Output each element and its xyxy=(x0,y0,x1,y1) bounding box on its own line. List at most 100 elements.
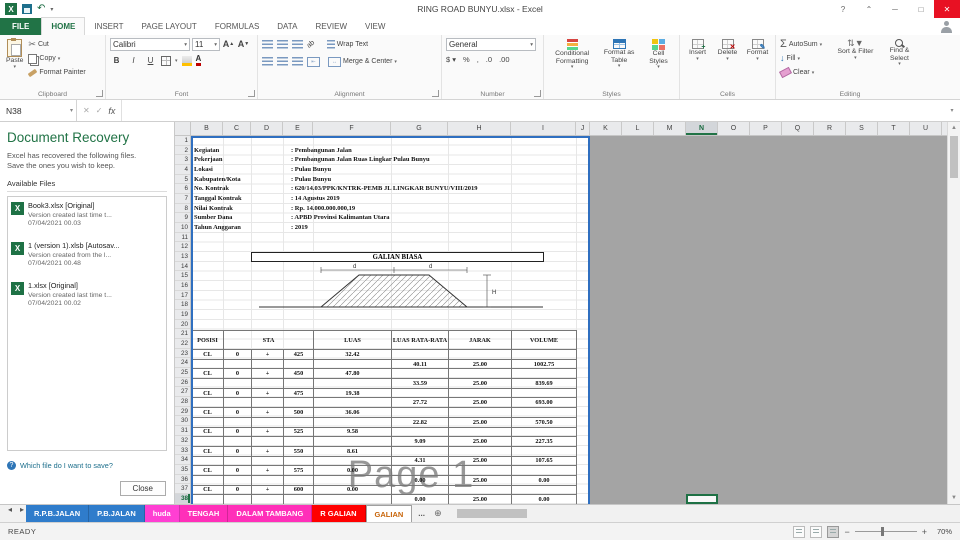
formula-bar-expand-icon[interactable]: ▾ xyxy=(944,100,960,121)
row-header-5[interactable]: 5 xyxy=(175,175,190,185)
format-painter-button[interactable]: Format Painter xyxy=(28,66,86,79)
table-cell[interactable]: CL xyxy=(191,465,224,476)
table-cell[interactable]: CL xyxy=(191,349,224,360)
row-header-18[interactable]: 18 xyxy=(175,300,190,311)
align-right-icon[interactable] xyxy=(292,57,303,66)
format-cells-button[interactable]: ✎ Format ▾ xyxy=(744,38,771,63)
table-cell[interactable] xyxy=(448,426,512,438)
align-bottom-icon[interactable] xyxy=(292,40,303,49)
sheet-tab-tengah[interactable]: TENGAH xyxy=(179,505,229,522)
page-break-view-button[interactable] xyxy=(827,525,840,538)
table-cell[interactable] xyxy=(511,426,577,438)
table-cell[interactable] xyxy=(251,397,284,409)
row-header-26[interactable]: 26 xyxy=(175,378,190,388)
sheet-tab-p-b-jalan[interactable]: P.B.JALAN xyxy=(89,505,145,522)
row-header-19[interactable]: 19 xyxy=(175,310,190,320)
table-cell[interactable] xyxy=(251,455,284,467)
formula-input[interactable] xyxy=(122,100,944,121)
row-header-35[interactable]: 35 xyxy=(175,465,190,475)
scroll-up-icon[interactable]: ▲ xyxy=(948,122,960,134)
align-center-icon[interactable] xyxy=(277,57,288,66)
table-cell[interactable]: 0.00 xyxy=(391,494,449,504)
tab-insert[interactable]: INSERT xyxy=(85,18,132,35)
sheet-tab-galian[interactable]: GALIAN xyxy=(365,505,413,522)
table-cell[interactable]: + xyxy=(251,349,284,360)
row-header-28[interactable]: 28 xyxy=(175,397,190,407)
table-cell[interactable]: 450 xyxy=(283,368,314,380)
row-header-27[interactable]: 27 xyxy=(175,387,190,398)
table-cell[interactable]: CL xyxy=(191,368,224,380)
clear-button[interactable]: Clear ▾ xyxy=(779,66,832,79)
row-header-2[interactable]: 2 xyxy=(175,146,190,156)
info-row[interactable]: No. Kontrak: 620/14.03/PPK/KNTRK-PEMB JL… xyxy=(191,184,590,194)
table-cell[interactable]: 25.00 xyxy=(448,494,512,504)
table-cell[interactable] xyxy=(313,397,392,409)
maximize-button[interactable]: □ xyxy=(908,0,934,18)
table-cell[interactable] xyxy=(251,494,284,504)
borders-icon[interactable] xyxy=(161,55,171,66)
indent-icon[interactable]: ⇤ xyxy=(307,56,320,67)
table-cell[interactable] xyxy=(448,407,512,418)
cell-styles-button[interactable]: Cell Styles ▾ xyxy=(642,38,675,72)
table-cell[interactable]: 693.00 xyxy=(511,397,577,409)
delete-cells-button[interactable]: ✕ Delete ▾ xyxy=(714,38,741,63)
clipboard-dialog-launcher[interactable] xyxy=(96,90,103,97)
table-cell[interactable] xyxy=(511,349,577,360)
table-cell[interactable] xyxy=(313,474,392,486)
table-cell[interactable] xyxy=(511,484,577,496)
tab-home[interactable]: HOME xyxy=(41,17,86,35)
row-header-1[interactable]: 1 xyxy=(175,136,190,146)
zoom-level[interactable]: 70% xyxy=(932,527,952,536)
column-header-B[interactable]: B xyxy=(191,122,223,135)
align-left-icon[interactable] xyxy=(262,57,273,66)
table-cell[interactable] xyxy=(391,484,449,496)
table-cell[interactable]: 47.80 xyxy=(313,368,392,380)
table-cell[interactable]: 425 xyxy=(283,349,314,360)
table-cell[interactable] xyxy=(511,368,577,380)
row-header-25[interactable]: 25 xyxy=(175,368,190,378)
table-cell[interactable] xyxy=(391,407,449,418)
table-cell[interactable] xyxy=(191,378,224,389)
table-cell[interactable]: + xyxy=(251,407,284,418)
table-cell[interactable]: 575 xyxy=(283,465,314,476)
table-cell[interactable] xyxy=(251,358,284,370)
insert-cells-button[interactable]: + Insert ▾ xyxy=(684,38,711,63)
row-header-32[interactable]: 32 xyxy=(175,436,190,446)
column-header-E[interactable]: E xyxy=(283,122,313,135)
row-header-4[interactable]: 4 xyxy=(175,165,190,175)
column-header-U[interactable]: U xyxy=(910,122,942,135)
table-cell[interactable]: 22.82 xyxy=(391,416,449,428)
table-cell[interactable]: 0 xyxy=(223,349,252,360)
recovery-help-link[interactable]: ? Which file do I want to save? xyxy=(7,461,167,471)
column-header-H[interactable]: H xyxy=(448,122,511,135)
table-header[interactable]: STA xyxy=(223,330,314,350)
table-cell[interactable] xyxy=(223,436,252,447)
row-header-38[interactable]: 38 xyxy=(175,493,190,504)
table-cell[interactable] xyxy=(283,455,314,467)
number-dialog-launcher[interactable] xyxy=(534,90,541,97)
table-cell[interactable]: 25.00 xyxy=(448,358,512,370)
sheet-tab-dalam-tambang[interactable]: DALAM TAMBANG xyxy=(228,505,313,522)
table-cell[interactable]: CL xyxy=(191,484,224,496)
sheet-tab-r-p-b-jalan[interactable]: R.P.B.JALAN xyxy=(26,505,90,522)
table-cell[interactable] xyxy=(391,465,449,476)
table-cell[interactable] xyxy=(511,387,577,399)
merge-center-button[interactable]: ↔ Merge & Center ▾ xyxy=(328,55,397,68)
column-header-I[interactable]: I xyxy=(511,122,576,135)
italic-button[interactable]: I xyxy=(127,54,140,67)
horizontal-scroll-thumb[interactable] xyxy=(456,509,527,518)
recovered-file-item[interactable]: X 1 (version 1).xlsb [Autosav... Version c… xyxy=(11,241,163,267)
close-button[interactable]: ✕ xyxy=(934,0,960,18)
conditional-formatting-button[interactable]: Conditional Formatting ▾ xyxy=(548,38,596,72)
info-row[interactable]: Kabupaten/Kota: Pulau Bunyu xyxy=(191,175,590,185)
table-cell[interactable] xyxy=(283,378,314,389)
confirm-entry-button[interactable]: ✓ xyxy=(96,106,103,115)
table-cell[interactable] xyxy=(313,416,392,428)
qat-customize-icon[interactable]: ▾ xyxy=(50,6,53,13)
zoom-out-button[interactable]: − xyxy=(844,527,849,537)
row-header-20[interactable]: 20 xyxy=(175,320,190,330)
info-row[interactable]: Nilai Kontrak: Rp. 14.000.000.000,19 xyxy=(191,204,590,214)
row-header-22[interactable]: 22 xyxy=(175,339,190,349)
table-cell[interactable] xyxy=(283,436,314,447)
sort-filter-button[interactable]: ⇅▼ Sort & Filter ▾ xyxy=(835,38,876,62)
